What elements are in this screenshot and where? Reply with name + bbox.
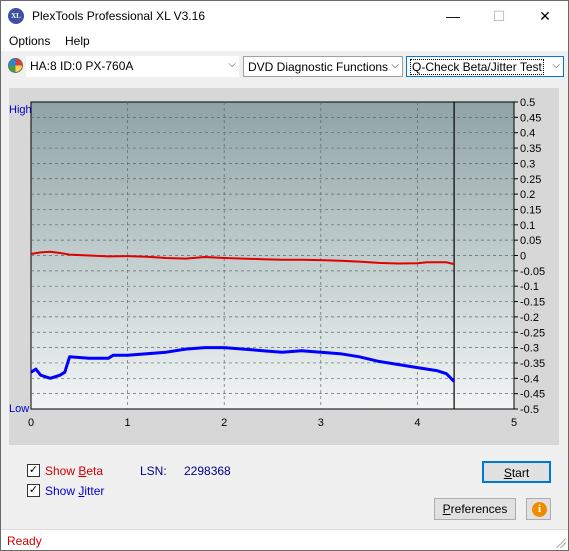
test-select-value: Q-Check Beta/Jitter Test: [410, 59, 544, 75]
low-label: Low: [9, 403, 29, 415]
menu-help[interactable]: Help: [65, 34, 90, 48]
controls-area: ✓ Show Beta ✓ Show Jitter LSN: 2298368 S…: [9, 451, 559, 526]
y-tick-label: 0.15: [520, 204, 541, 216]
y-tick-label: -0.25: [520, 327, 545, 339]
x-tick-label: 4: [414, 417, 420, 429]
show-jitter-label-pre: Show: [45, 484, 79, 498]
show-beta-checkbox[interactable]: ✓: [27, 464, 40, 477]
show-jitter-checkbox[interactable]: ✓: [27, 484, 40, 497]
lsn-label: LSN:: [140, 464, 167, 478]
lsn-value: 2298368: [184, 464, 231, 478]
start-accel: S: [503, 466, 512, 480]
high-label: High: [9, 104, 32, 116]
start-button[interactable]: Start: [482, 461, 551, 483]
y-tick-label: 0.4: [520, 128, 535, 140]
maximize-button[interactable]: ☐: [476, 1, 522, 31]
app-logo-icon: XL: [8, 8, 24, 24]
title-bar: XL PlexTools Professional XL V3.16 — ☐ ✕: [1, 1, 568, 31]
y-tick-label: 0.3: [520, 158, 535, 170]
function-select-value: DVD Diagnostic Functions: [248, 60, 389, 74]
function-select[interactable]: DVD Diagnostic Functions ⌵: [243, 56, 403, 77]
show-jitter-label-post: itter: [84, 484, 105, 498]
y-tick-label: -0.05: [520, 266, 545, 278]
resize-grip-icon[interactable]: [556, 538, 566, 548]
show-beta-label-pre: Show: [45, 464, 79, 478]
y-tick-label: -0.3: [520, 343, 539, 355]
main-window: XL PlexTools Professional XL V3.16 — ☐ ✕…: [0, 0, 569, 551]
x-tick-label: 3: [318, 417, 324, 429]
y-tick-label: -0.4: [520, 373, 539, 385]
y-tick-label: -0.5: [520, 404, 539, 416]
y-tick-label: 0.45: [520, 112, 541, 124]
x-tick-label: 1: [125, 417, 131, 429]
drive-select-value: HA:8 ID:0 PX-760A: [30, 59, 134, 73]
test-select[interactable]: Q-Check Beta/Jitter Test ⌵: [406, 56, 564, 77]
y-tick-label: 0.2: [520, 189, 535, 201]
y-tick-label: -0.35: [520, 358, 545, 370]
close-button[interactable]: ✕: [522, 1, 568, 31]
y-tick-label: -0.1: [520, 281, 539, 293]
status-bar: Ready: [1, 529, 568, 550]
menu-bar: Options Help: [1, 31, 568, 51]
chart-panel: 0.5 0.45 0.4 0.35 0.3 0.25 0.2 0.15 0.1 0.05 0 -0.0…: [9, 88, 559, 445]
y-tick-label: -0.15: [520, 297, 545, 309]
minimize-button[interactable]: —: [430, 1, 476, 31]
beta-jitter-chart: 0.5 0.45 0.4 0.35 0.3 0.25 0.2 0.15 0.1 0.05 0 -0.0…: [9, 97, 545, 429]
info-icon: i: [532, 502, 547, 517]
chevron-down-icon: ⌵: [391, 60, 399, 71]
x-tick-label: 0: [28, 417, 34, 429]
menu-options[interactable]: Options: [9, 34, 50, 48]
x-tick-label: 5: [511, 417, 517, 429]
x-tick-label: 2: [221, 417, 227, 429]
show-beta-label: Show Beta: [45, 464, 103, 478]
toolbar: HA:8 ID:0 PX-760A ⌵ DVD Diagnostic Funct…: [1, 52, 568, 79]
y-tick-label: -0.45: [520, 389, 545, 401]
y-tick-label: 0.1: [520, 220, 535, 232]
disc-drive-icon: [8, 58, 23, 73]
chevron-down-icon: ⌵: [552, 60, 560, 71]
prefs-label-post: references: [450, 502, 508, 516]
show-jitter-label: Show Jitter: [45, 484, 104, 498]
prefs-accel: P: [442, 502, 451, 516]
y-tick-label: -0.2: [520, 312, 539, 324]
y-tick-label: 0.05: [520, 235, 541, 247]
y-tick-label: 0.35: [520, 143, 541, 155]
y-tick-label: 0.5: [520, 97, 535, 109]
preferences-button[interactable]: Preferences: [434, 498, 516, 520]
y-tick-label: 0.25: [520, 174, 541, 186]
show-beta-label-post: eta: [86, 464, 104, 478]
info-button[interactable]: i: [526, 498, 551, 520]
drive-select[interactable]: HA:8 ID:0 PX-760A ⌵: [26, 56, 239, 77]
status-text: Ready: [7, 534, 42, 548]
window-title: PlexTools Professional XL V3.16: [32, 9, 205, 23]
start-label-post: tart: [511, 466, 530, 480]
chevron-down-icon: ⌵: [228, 59, 236, 70]
y-tick-label: 0: [520, 251, 526, 263]
